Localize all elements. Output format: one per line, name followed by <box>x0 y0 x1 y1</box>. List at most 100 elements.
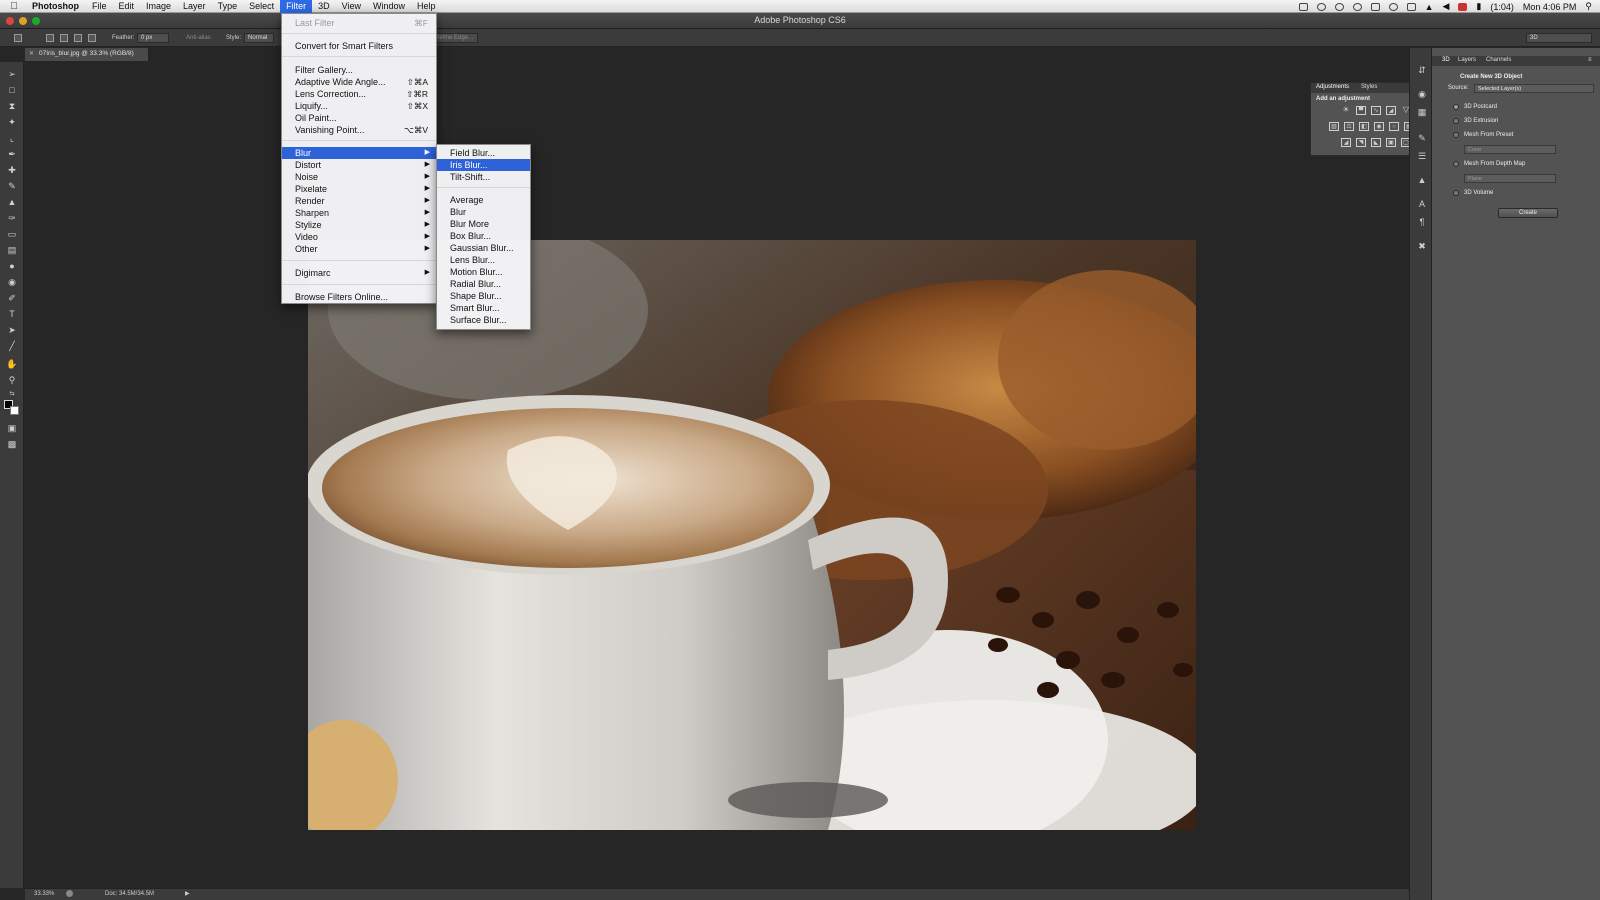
filter-gallery-item[interactable]: Filter Gallery... <box>282 64 436 76</box>
noise-submenu-item[interactable]: Noise ▶ <box>282 171 436 183</box>
levels-icon[interactable]: ▀ <box>1356 106 1366 115</box>
menu-layer[interactable]: Layer <box>177 0 212 13</box>
clone-stamp-tool-icon[interactable]: ▲ <box>5 196 19 208</box>
display-icon[interactable] <box>1370 2 1380 11</box>
screen-mode-icon[interactable]: ▩ <box>5 438 19 450</box>
swatches-icon[interactable]: ▦ <box>1416 106 1428 118</box>
surface-blur-item[interactable]: Surface Blur... <box>437 314 530 326</box>
magic-wand-tool-icon[interactable]: ✦ <box>5 116 19 128</box>
marquee-tool-preset-icon[interactable] <box>14 34 22 42</box>
spotlight-icon[interactable]: ⚲ <box>1585 1 1592 12</box>
brightness-contrast-icon[interactable]: ☀ <box>1341 106 1351 115</box>
brush-tool-icon[interactable]: ✎ <box>5 180 19 192</box>
gaussian-blur-item[interactable]: Gaussian Blur... <box>437 242 530 254</box>
mesh-preset-radio[interactable] <box>1453 132 1459 138</box>
stylize-submenu-item[interactable]: Stylize ▶ <box>282 219 436 231</box>
gradient-map-icon[interactable]: ▣ <box>1386 138 1396 147</box>
oil-paint-item[interactable]: Oil Paint... <box>282 112 436 124</box>
flag-icon[interactable] <box>1458 2 1468 11</box>
distort-submenu-item[interactable]: Distort ▶ <box>282 159 436 171</box>
wifi-status-icon[interactable] <box>1316 2 1326 11</box>
menu-file[interactable]: File <box>86 0 113 13</box>
tab-layers[interactable]: Layers <box>1458 57 1476 63</box>
apple-icon[interactable]:  <box>0 1 28 12</box>
add-selection-icon[interactable] <box>60 34 68 42</box>
blur-item[interactable]: Blur <box>437 206 530 218</box>
refine-edge-button[interactable]: Refine Edge... <box>430 33 479 43</box>
menu-edit[interactable]: Edit <box>113 0 141 13</box>
lasso-tool-icon[interactable]: ⧗ <box>5 100 19 112</box>
zoom-tool-icon[interactable]: ⚲ <box>5 374 19 386</box>
blur-submenu-item[interactable]: Blur ▶ <box>282 147 436 159</box>
eyedropper-tool-icon[interactable]: ✒ <box>5 148 19 160</box>
vanishing-point-item[interactable]: Vanishing Point... ⌥⌘V <box>282 124 436 136</box>
wifi-icon[interactable]: ▲ <box>1425 2 1434 12</box>
tab-channels[interactable]: Channels <box>1486 57 1511 63</box>
status-info-icon[interactable] <box>66 890 73 897</box>
menu-3d[interactable]: 3D <box>312 0 336 13</box>
menu-image[interactable]: Image <box>140 0 177 13</box>
sync-icon[interactable] <box>1334 2 1344 11</box>
close-tab-icon[interactable]: ✕ <box>29 50 34 57</box>
hand-tool-icon[interactable]: ✋ <box>5 358 19 370</box>
panel-menu-icon[interactable]: ≡ <box>1588 57 1592 63</box>
shape-blur-item[interactable]: Shape Blur... <box>437 290 530 302</box>
tilt-shift-item[interactable]: Tilt-Shift... <box>437 171 530 183</box>
channel-mixer-icon[interactable]: ○ <box>1389 122 1399 131</box>
zoom-level[interactable]: 33.33% <box>34 891 54 897</box>
document-tab[interactable]: ✕ 07Iris_blur.jpg @ 33.3% (RGB/8) <box>25 48 149 61</box>
color-balance-icon[interactable]: ⚖ <box>1344 122 1354 131</box>
menu-type[interactable]: Type <box>212 0 244 13</box>
pen-tool-icon[interactable]: ✐ <box>5 292 19 304</box>
render-submenu-item[interactable]: Render ▶ <box>282 195 436 207</box>
gradient-tool-icon[interactable]: ▤ <box>5 244 19 256</box>
create-button[interactable]: Create <box>1498 208 1558 218</box>
battery-icon[interactable]: ▮ <box>1476 1 1481 12</box>
mesh-depth-radio[interactable] <box>1453 161 1459 167</box>
swap-colors-icon[interactable]: ⇆ <box>5 388 19 400</box>
smart-blur-item[interactable]: Smart Blur... <box>437 302 530 314</box>
motion-blur-item[interactable]: Motion Blur... <box>437 266 530 278</box>
black-white-icon[interactable]: ◧ <box>1359 122 1369 131</box>
menu-window[interactable]: Window <box>367 0 411 13</box>
menu-view[interactable]: View <box>336 0 367 13</box>
antialias-checkbox[interactable]: Anti-alias <box>186 35 211 41</box>
new-selection-icon[interactable] <box>46 34 54 42</box>
clock[interactable]: Mon 4:06 PM <box>1523 2 1577 12</box>
time-machine-icon[interactable] <box>1388 2 1398 11</box>
box-blur-item[interactable]: Box Blur... <box>437 230 530 242</box>
bluetooth-icon[interactable] <box>1406 2 1416 11</box>
iris-blur-item[interactable]: Iris Blur... <box>437 159 530 171</box>
marquee-tool-icon[interactable]: □ <box>5 84 19 96</box>
battery-time[interactable]: (1:04) <box>1490 2 1514 12</box>
workspace-select[interactable]: 3D <box>1526 33 1592 43</box>
clone-source-icon[interactable]: ▲ <box>1416 174 1428 186</box>
convert-smart-filters-item[interactable]: Convert for Smart Filters <box>282 40 436 52</box>
lens-correction-item[interactable]: Lens Correction... ⇧⌘R <box>282 88 436 100</box>
postcard-radio[interactable] <box>1453 104 1459 110</box>
dodge-tool-icon[interactable]: ◉ <box>5 276 19 288</box>
brush-presets-icon[interactable]: ✎ <box>1416 132 1428 144</box>
video-submenu-item[interactable]: Video ▶ <box>282 231 436 243</box>
app-menu[interactable]: Photoshop <box>28 1 86 11</box>
invert-icon[interactable]: ◢ <box>1341 138 1351 147</box>
history-icon[interactable]: ⇵ <box>1416 64 1428 76</box>
menu-help[interactable]: Help <box>411 0 442 13</box>
threshold-icon[interactable]: ◣ <box>1371 138 1381 147</box>
moon-icon[interactable] <box>1352 2 1362 11</box>
field-blur-item[interactable]: Field Blur... <box>437 147 530 159</box>
average-item[interactable]: Average <box>437 194 530 206</box>
color-icon[interactable]: ◉ <box>1416 88 1428 100</box>
posterize-icon[interactable]: ◥ <box>1356 138 1366 147</box>
type-tool-icon[interactable]: T <box>5 308 19 320</box>
exposure-icon[interactable]: ◢ <box>1386 106 1396 115</box>
digimarc-submenu-item[interactable]: Digimarc ▶ <box>282 267 436 279</box>
paragraph-icon[interactable]: ¶ <box>1416 216 1428 228</box>
feather-input[interactable]: 0 px <box>137 33 169 43</box>
tool-presets-icon[interactable]: ✖ <box>1416 240 1428 252</box>
tab-3d[interactable]: 3D <box>1442 57 1450 63</box>
character-icon[interactable]: A <box>1416 198 1428 210</box>
extrusion-radio[interactable] <box>1453 118 1459 124</box>
tab-styles[interactable]: Styles <box>1361 84 1377 90</box>
menu-filter[interactable]: Filter <box>280 0 313 13</box>
